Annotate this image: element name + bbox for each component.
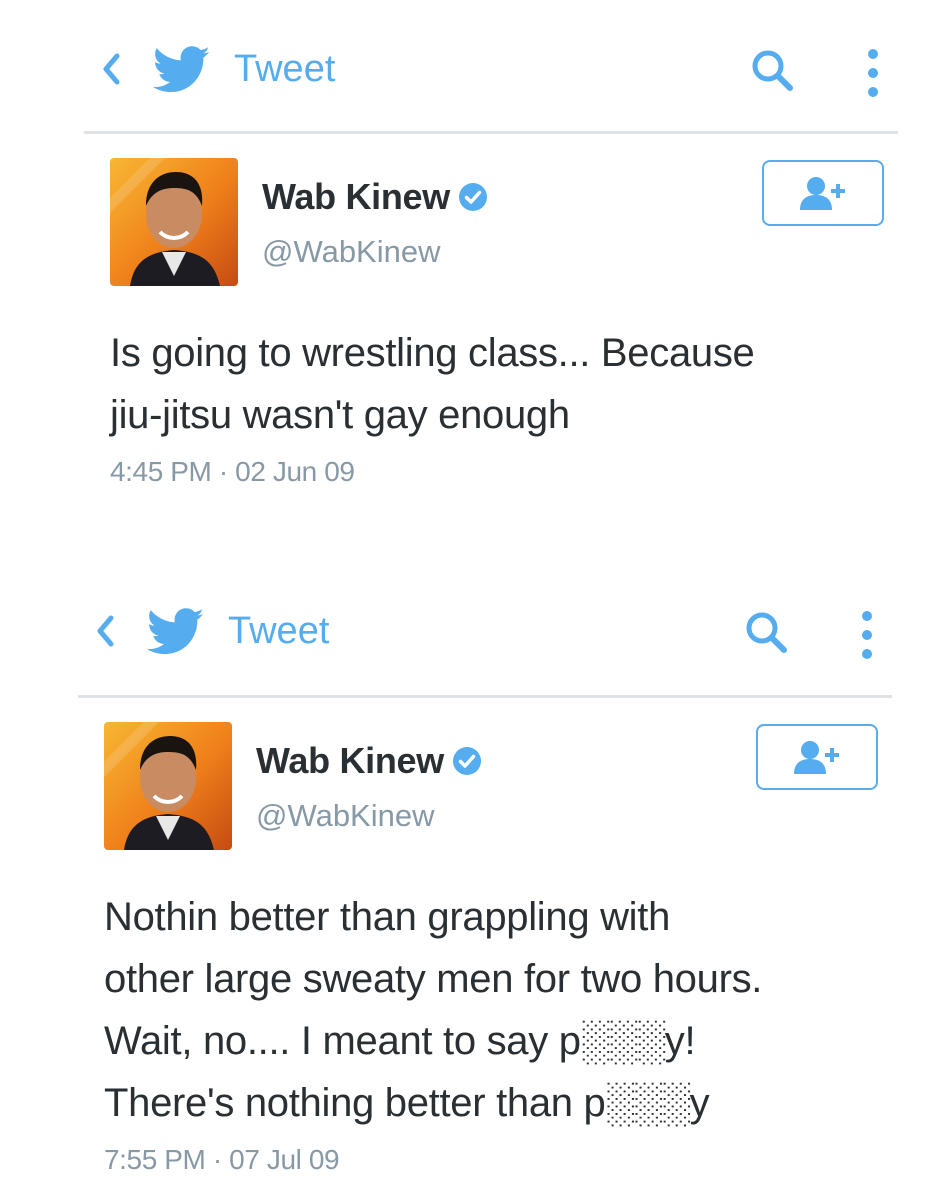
avatar[interactable] bbox=[110, 158, 238, 286]
timestamp[interactable]: 4:45 PM · 02 Jun 09 bbox=[110, 456, 355, 488]
avatar[interactable] bbox=[104, 722, 232, 850]
author-name-text: Wab Kinew bbox=[262, 176, 450, 217]
search-icon[interactable] bbox=[742, 608, 792, 658]
tweet-text-line: Is going to wrestling class... Because bbox=[110, 331, 755, 375]
tweet-text-line: Wait, no.... I meant to say p░░░y! bbox=[104, 1019, 696, 1063]
divider bbox=[78, 695, 892, 698]
divider bbox=[84, 131, 898, 134]
twitter-bird-icon bbox=[152, 46, 210, 93]
top-bar: Tweet bbox=[0, 44, 935, 97]
author-handle[interactable]: @WabKinew bbox=[262, 234, 441, 270]
more-vertical-icon[interactable] bbox=[852, 608, 882, 662]
follow-button[interactable] bbox=[762, 160, 884, 226]
more-vertical-icon[interactable] bbox=[858, 46, 888, 100]
tweet-text-line: other large sweaty men for two hours. bbox=[104, 957, 763, 1001]
page-title: Tweet bbox=[228, 610, 330, 652]
tweet-text-line: There's nothing better than p░░░y bbox=[104, 1081, 710, 1125]
tweet-text-line: jiu-jitsu wasn't gay enough bbox=[110, 393, 570, 437]
search-icon[interactable] bbox=[748, 46, 798, 96]
author-name-text: Wab Kinew bbox=[256, 740, 444, 781]
top-bar: Tweet bbox=[0, 606, 929, 659]
page-title: Tweet bbox=[234, 48, 336, 90]
add-user-icon bbox=[794, 741, 839, 774]
twitter-bird-icon bbox=[146, 608, 204, 655]
author-name[interactable]: Wab Kinew bbox=[262, 176, 488, 218]
chevron-left-icon[interactable] bbox=[94, 612, 116, 650]
timestamp[interactable]: 7:55 PM · 07 Jul 09 bbox=[104, 1144, 340, 1176]
add-user-icon bbox=[800, 177, 845, 210]
verified-badge-icon bbox=[458, 183, 487, 211]
author-handle[interactable]: @WabKinew bbox=[256, 798, 435, 834]
follow-button[interactable] bbox=[756, 724, 878, 790]
chevron-left-icon[interactable] bbox=[100, 50, 122, 88]
tweet-text-line: Nothin better than grappling with bbox=[104, 895, 671, 939]
author-name[interactable]: Wab Kinew bbox=[256, 740, 482, 782]
tweet-text: Nothin better than grappling with other … bbox=[104, 886, 884, 1134]
tweet-text: Is going to wrestling class... Because j… bbox=[110, 322, 890, 446]
verified-badge-icon bbox=[452, 747, 481, 775]
